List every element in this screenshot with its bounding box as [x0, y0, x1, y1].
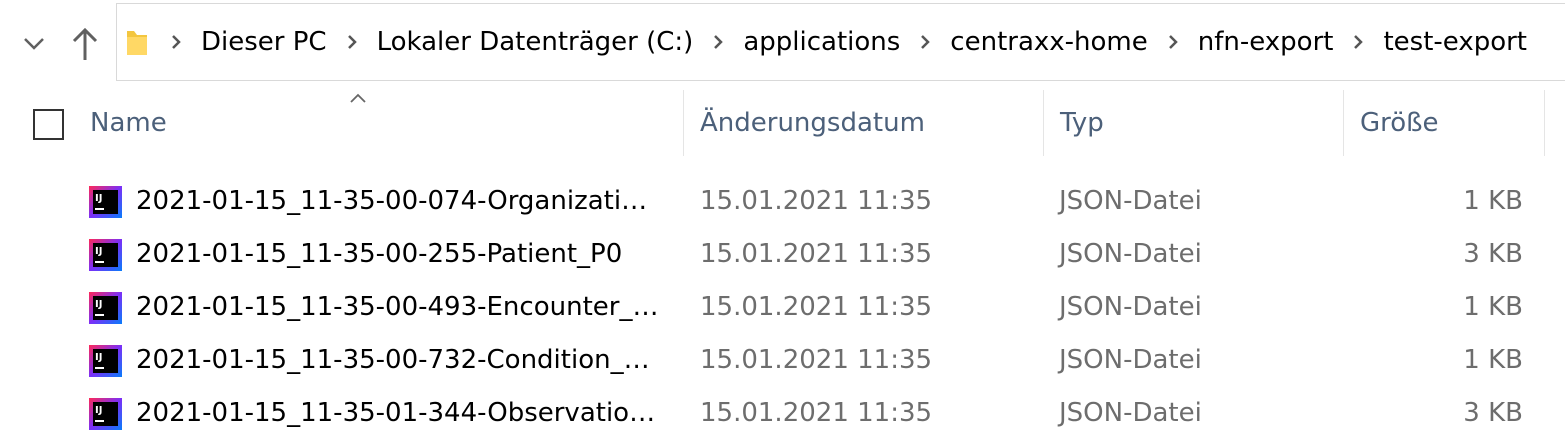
svg-text:IJ: IJ: [95, 405, 102, 416]
svg-text:IJ: IJ: [95, 246, 102, 257]
chevron-down-icon: [24, 38, 44, 50]
file-name[interactable]: 2021-01-15_11-35-01-344-Observatio…: [136, 387, 655, 440]
chevron-right-icon[interactable]: [1343, 27, 1373, 57]
intellij-idea-icon: IJ: [89, 345, 122, 377]
chevron-right-icon[interactable]: [703, 27, 733, 57]
column-divider[interactable]: [1544, 90, 1545, 156]
file-size: 3 KB: [1463, 239, 1523, 269]
folder-icon: [125, 27, 151, 57]
file-type: JSON-Datei: [1059, 292, 1202, 322]
chevron-right-icon[interactable]: [337, 27, 367, 57]
file-modified-date: 15.01.2021 11:35: [700, 239, 933, 269]
arrow-up-icon: [72, 27, 98, 60]
file-type: JSON-Datei: [1059, 345, 1202, 375]
recent-locations-button[interactable]: [18, 28, 50, 60]
file-modified-date: 15.01.2021 11:35: [700, 186, 933, 216]
svg-text:IJ: IJ: [95, 352, 102, 363]
breadcrumb-item[interactable]: applications: [733, 29, 910, 55]
file-row[interactable]: IJ 2021-01-15_11-35-00-074-Organizati… 15.…: [0, 175, 1565, 228]
file-size: 1 KB: [1463, 292, 1523, 322]
file-size: 1 KB: [1463, 345, 1523, 375]
file-modified-date: 15.01.2021 11:35: [700, 292, 933, 322]
file-type: JSON-Datei: [1059, 239, 1202, 269]
column-header-name[interactable]: Name: [74, 90, 684, 156]
address-bar[interactable]: Dieser PC Lokaler Datenträger (C:) applica…: [116, 3, 1565, 81]
file-size: 1 KB: [1463, 186, 1523, 216]
file-name[interactable]: 2021-01-15_11-35-00-074-Organizati…: [136, 175, 647, 228]
up-button[interactable]: [66, 24, 104, 64]
file-size: 3 KB: [1463, 398, 1523, 428]
file-row[interactable]: IJ 2021-01-15_11-35-01-344-Observatio… 15.…: [0, 387, 1565, 440]
chevron-right-icon[interactable]: [161, 27, 191, 57]
breadcrumb-item[interactable]: centraxx-home: [940, 29, 1157, 55]
breadcrumb-item[interactable]: nfn-export: [1188, 29, 1344, 55]
column-header-row: Name Änderungsdatum Typ Größe: [0, 90, 1565, 156]
intellij-idea-icon: IJ: [89, 292, 122, 324]
column-header-modified[interactable]: Änderungsdatum: [684, 90, 1043, 156]
file-name[interactable]: 2021-01-15_11-35-00-255-Patient_P0: [136, 228, 622, 281]
column-header-type[interactable]: Typ: [1044, 90, 1343, 156]
chevron-right-icon[interactable]: [1158, 27, 1188, 57]
intellij-idea-icon: IJ: [89, 186, 122, 218]
column-header-size-label: Größe: [1360, 108, 1439, 138]
file-row[interactable]: IJ 2021-01-15_11-35-00-255-Patient_P0 15.0…: [0, 228, 1565, 281]
intellij-idea-icon: IJ: [89, 239, 122, 271]
svg-text:IJ: IJ: [95, 193, 102, 204]
file-name[interactable]: 2021-01-15_11-35-00-732-Condition_…: [136, 334, 650, 387]
column-header-name-label: Name: [90, 108, 167, 138]
file-type: JSON-Datei: [1059, 186, 1202, 216]
column-header-size[interactable]: Größe: [1344, 90, 1544, 156]
file-name[interactable]: 2021-01-15_11-35-00-493-Encounter_…: [136, 281, 658, 334]
column-header-type-label: Typ: [1060, 108, 1104, 138]
intellij-idea-icon: IJ: [89, 398, 122, 430]
file-modified-date: 15.01.2021 11:35: [700, 345, 933, 375]
breadcrumb-item[interactable]: Dieser PC: [191, 29, 337, 55]
svg-text:IJ: IJ: [95, 299, 102, 310]
file-type: JSON-Datei: [1059, 398, 1202, 428]
file-modified-date: 15.01.2021 11:35: [700, 398, 933, 428]
column-header-modified-label: Änderungsdatum: [700, 108, 925, 138]
file-row[interactable]: IJ 2021-01-15_11-35-00-493-Encounter_… 15.…: [0, 281, 1565, 334]
breadcrumb-item[interactable]: test-export: [1373, 29, 1537, 55]
breadcrumb-item[interactable]: Lokaler Datenträger (C:): [367, 29, 704, 55]
breadcrumb: Dieser PC Lokaler Datenträger (C:) applica…: [161, 27, 1537, 57]
file-row[interactable]: IJ 2021-01-15_11-35-00-732-Condition_… 15.…: [0, 334, 1565, 387]
chevron-right-icon[interactable]: [910, 27, 940, 57]
